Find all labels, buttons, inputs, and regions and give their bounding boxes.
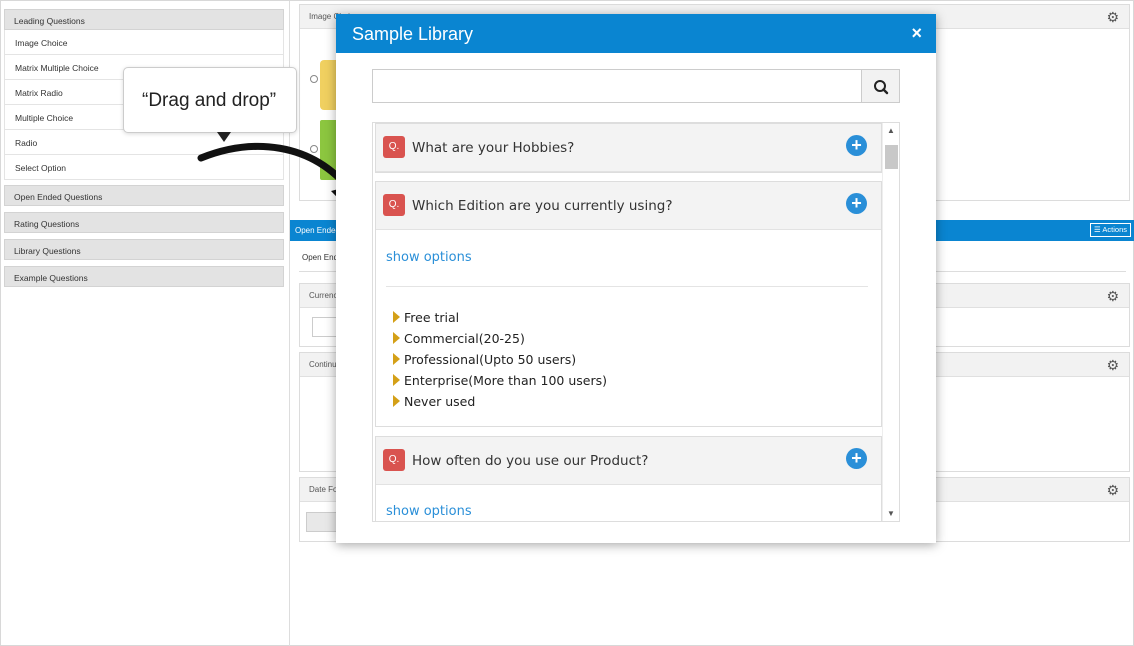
question-list: Q. What are your Hobbies? + Q. Which Edi… — [372, 122, 900, 522]
question-badge: Q. — [383, 136, 405, 158]
question-text: How often do you use our Product? — [412, 453, 649, 469]
caret-right-icon — [393, 353, 400, 365]
option-label: Commercial(20-25) — [404, 331, 525, 346]
divider — [386, 286, 868, 287]
add-question-icon[interactable]: + — [846, 135, 867, 156]
actions-label: Actions — [1102, 225, 1127, 234]
add-question-icon[interactable]: + — [846, 448, 867, 469]
search-icon — [874, 80, 889, 95]
scroll-down-icon[interactable]: ▼ — [887, 509, 895, 518]
option-item: Enterprise(More than 100 users) — [393, 373, 607, 388]
scroll-up-icon[interactable]: ▲ — [887, 126, 895, 135]
caret-right-icon — [393, 332, 400, 344]
actions-button[interactable]: ☰ Actions — [1089, 223, 1131, 237]
sample-library-modal: Sample Library × Q. What are your Hobbie… — [336, 14, 936, 543]
question-header[interactable]: Q. Which Edition are you currently using… — [376, 182, 881, 230]
question-card: Q. What are your Hobbies? + — [375, 123, 882, 173]
callout-text: “Drag and drop” — [142, 90, 277, 111]
scrollbar[interactable]: ▲ ▼ — [882, 123, 899, 521]
option-item: Professional(Upto 50 users) — [393, 352, 576, 367]
scroll-thumb[interactable] — [885, 145, 898, 169]
group-example-questions[interactable]: Example Questions — [4, 266, 284, 287]
gear-icon[interactable]: ⚙ — [1106, 288, 1119, 305]
modal-title: Sample Library — [352, 24, 474, 44]
group-leading-questions[interactable]: Leading Questions — [4, 9, 284, 30]
option-label: Enterprise(More than 100 users) — [404, 373, 608, 388]
gear-icon[interactable]: ⚙ — [1106, 482, 1119, 499]
show-options-link[interactable]: show options — [386, 504, 472, 519]
show-options-link[interactable]: show options — [386, 250, 472, 265]
modal-header: Sample Library × — [336, 14, 936, 53]
question-card: Q. How often do you use our Product? + s… — [375, 436, 882, 521]
option-label: Free trial — [404, 310, 460, 325]
question-badge: Q. — [383, 449, 405, 471]
drag-drop-callout: “Drag and drop” — [123, 67, 297, 133]
option-label: Never used — [404, 394, 476, 409]
question-card: Q. Which Edition are you currently using… — [375, 181, 882, 427]
gear-icon[interactable]: ⚙ — [1106, 357, 1119, 374]
gear-icon[interactable]: ⚙ — [1106, 9, 1119, 26]
question-header[interactable]: Q. What are your Hobbies? + — [376, 124, 881, 172]
question-badge: Q. — [383, 194, 405, 216]
radio-option[interactable] — [310, 75, 318, 83]
caret-right-icon — [393, 374, 400, 386]
close-icon[interactable]: × — [911, 23, 922, 44]
search-input[interactable] — [372, 69, 862, 103]
option-item: Never used — [393, 394, 475, 409]
group-library-questions[interactable]: Library Questions — [4, 239, 284, 260]
item-image-choice[interactable]: Image Choice — [4, 30, 284, 55]
add-question-icon[interactable]: + — [846, 193, 867, 214]
option-item: Free trial — [393, 310, 459, 325]
search-button[interactable] — [861, 69, 900, 103]
caret-right-icon — [393, 311, 400, 323]
question-text: Which Edition are you currently using? — [412, 198, 673, 214]
option-label: Professional(Upto 50 users) — [404, 352, 577, 367]
question-text: What are your Hobbies? — [412, 140, 575, 156]
question-header[interactable]: Q. How often do you use our Product? + — [376, 437, 881, 485]
option-item: Commercial(20-25) — [393, 331, 525, 346]
caret-right-icon — [393, 395, 400, 407]
